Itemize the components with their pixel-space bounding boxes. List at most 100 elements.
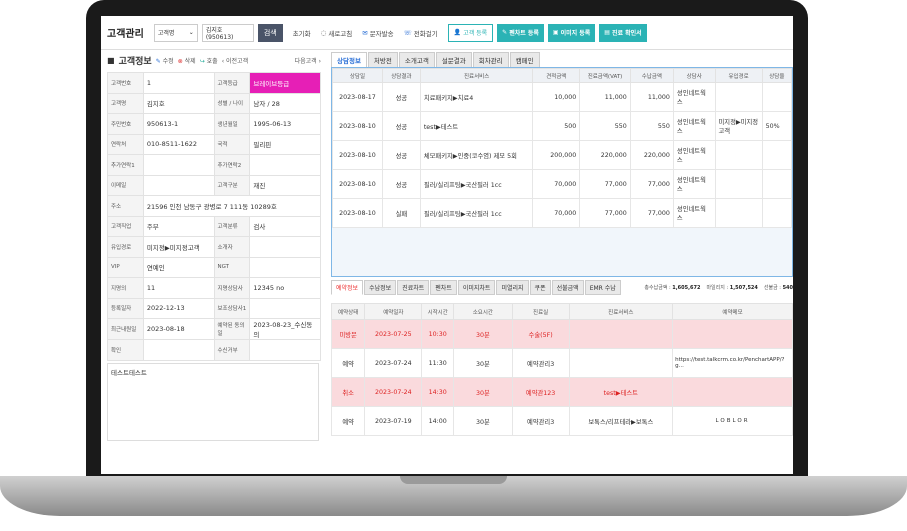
search-button[interactable]: 검색 xyxy=(257,23,283,42)
info-row: 고객직업 주부 고객분류 검사 xyxy=(107,215,321,237)
info-value: 필리핀 xyxy=(249,133,321,155)
table-row[interactable]: 2023-08-10 성공 필러/실리프팅▶국산필러 1cc 70,000 77,000… xyxy=(332,169,792,199)
info-key: 지명의 xyxy=(107,277,144,299)
call-link[interactable]: ☏ 전화걸기 xyxy=(404,28,438,38)
info-value: 2022-12-13 xyxy=(142,297,215,319)
next-customer-link[interactable]: 다음고객 › xyxy=(295,56,321,65)
call-customer-link[interactable]: ↪ 호출 xyxy=(200,56,218,65)
table-cell: 성인네트웍스 xyxy=(672,169,716,199)
reset-link[interactable]: 초기화 xyxy=(293,28,311,38)
table-cell: 70,000 xyxy=(532,169,581,199)
info-key: 고객등급 xyxy=(213,72,251,94)
info-value: 11 xyxy=(142,277,215,299)
table-cell: 550 xyxy=(579,111,631,141)
column-header: 수납금액 xyxy=(629,68,674,83)
tab-5[interactable]: 캠페인 xyxy=(509,52,540,68)
column-header: 진료금액(VAT) xyxy=(579,68,631,83)
table-cell: https://test.talkcrm.co.kr/PenchartAPP/?… xyxy=(672,348,793,378)
info-value: 21596 인천 남동구 광병로 7 111동 10289호 xyxy=(142,195,322,217)
table-row[interactable]: 2023-08-10 성공 체모패키지▶인중(코수염) 제모 5회 200,000 22… xyxy=(332,140,792,170)
appt-tab-0[interactable]: 예약정보 xyxy=(331,280,364,295)
info-row: 고객명 김지호 성별 / 나이 남자 / 28 xyxy=(107,92,321,114)
table-cell: 미방문 xyxy=(330,319,366,349)
appt-tab-1[interactable]: 수납정보 xyxy=(364,280,397,295)
info-value: 연예인 xyxy=(142,256,215,278)
appt-tab-5[interactable]: 미열리지 xyxy=(496,280,529,295)
table-row[interactable]: 2023-08-10 실패 필러/실리프팅▶국산필러 1cc 70,000 77,000… xyxy=(332,198,792,228)
tab-1[interactable]: 처방전 xyxy=(367,52,398,68)
table-cell xyxy=(761,198,792,228)
table-cell: 500 xyxy=(532,111,581,141)
customer-memo[interactable]: 테스트테스트 xyxy=(107,362,319,441)
register-customer-button[interactable]: 👤 고객 등록 xyxy=(447,23,494,42)
search-type-select[interactable]: 고객명 ⌄ xyxy=(153,23,198,42)
user-plus-icon: 👤 xyxy=(453,29,462,36)
tab-3[interactable]: 설문결과 xyxy=(435,52,472,68)
table-row[interactable]: 2023-08-10 성공 test▶테스트 500 550 550 성인네트웍스 미지정▶미… xyxy=(332,111,792,141)
info-row: 최근내원일 2023-08-18 예약된 동의일 2023-08-23_수신동의 xyxy=(107,318,321,340)
table-cell: 10:30 xyxy=(421,319,455,349)
customer-info-panel: ■ 고객정보 ✎ 수정 ⊗ 삭제 ↪ 호출 ‹ 이전고객 다음고객 › 고객번호… xyxy=(107,52,322,470)
tab-0[interactable]: 상담정보 xyxy=(331,52,367,68)
register-penchart-button[interactable]: ✎ 펜차트 등록 xyxy=(497,23,544,42)
table-row[interactable]: 미방문 2023-07-25 10:30 30분 수술(5F) xyxy=(330,319,793,349)
table-row[interactable]: 예약 2023-07-19 14:00 30분 예약관리3 보톡스/리프테라▶보톡스 LOB… xyxy=(330,406,793,436)
appointment-area: 예약정보 수납정보 진료차트 펜차트 이미지차트 미열리지 쿠폰 선불금액 EMR 수납 총수납금… xyxy=(330,280,793,470)
table-cell xyxy=(761,140,792,170)
table-cell: 2023-07-24 xyxy=(364,377,423,407)
info-value: 남자 / 28 xyxy=(249,92,321,114)
refresh-link[interactable]: ◌ 새로고침 xyxy=(321,28,353,38)
column-header: 진료서비스 xyxy=(568,303,674,320)
prev-customer-label: 이전고객 xyxy=(226,57,249,65)
appt-tab-8[interactable]: EMR 수납 xyxy=(584,280,621,295)
prev-customer-link[interactable]: ‹ 이전고객 xyxy=(222,56,248,65)
column-header: 예약메모 xyxy=(672,303,793,320)
tab-2[interactable]: 소개고객 xyxy=(398,52,435,68)
table-cell: 2023-07-25 xyxy=(364,319,423,349)
table-cell: 예약관리3 xyxy=(511,348,570,378)
tab-4[interactable]: 회차관리 xyxy=(472,52,509,68)
table-cell: 미지정▶미지정고객 xyxy=(714,111,763,141)
info-key: NGT xyxy=(213,256,251,278)
treatment-confirm-button[interactable]: ▤ 진료 확인서 xyxy=(599,23,647,42)
info-value: 김지호 xyxy=(142,92,215,114)
info-value xyxy=(249,297,321,319)
table-cell: 2023-08-10 xyxy=(332,198,383,228)
edit-link[interactable]: ✎ 수정 xyxy=(156,56,174,65)
column-header: 상담결과 xyxy=(381,68,421,83)
table-cell: test▶테스트 xyxy=(568,377,674,407)
sms-link[interactable]: ✉ 문자발송 xyxy=(362,28,393,38)
info-key: 등록일자 xyxy=(107,297,144,319)
table-cell: 550 xyxy=(629,111,674,141)
table-row[interactable]: 취소 2023-07-24 14:30 30분 예약관123 test▶테스트 xyxy=(330,377,793,407)
appt-tab-7[interactable]: 선불금액 xyxy=(551,280,584,295)
table-cell: 수술(5F) xyxy=(511,319,570,349)
search-type-value: 고객명 xyxy=(157,30,175,37)
appt-tab-3[interactable]: 펜차트 xyxy=(430,280,457,295)
register-image-button[interactable]: ▣ 이미지 등록 xyxy=(547,23,596,42)
info-value xyxy=(142,339,215,361)
square-icon: ■ xyxy=(107,55,115,65)
delete-link[interactable]: ⊗ 삭제 xyxy=(178,56,196,65)
appt-tab-2[interactable]: 진료차트 xyxy=(397,280,430,295)
appt-tab-4[interactable]: 이미지차트 xyxy=(457,280,496,295)
chevron-down-icon: ⌄ xyxy=(188,29,194,36)
appt-tab-6[interactable]: 쿠폰 xyxy=(529,280,551,295)
document-icon: ▤ xyxy=(604,29,610,36)
appointment-table: 예약상태 예약일자 시작시간 소요시간 진료실 진료서비스 예약메모 미방문 2023-07-… xyxy=(330,303,793,436)
table-cell: 77,000 xyxy=(579,198,631,228)
table-cell: 70,000 xyxy=(532,198,581,228)
table-cell xyxy=(714,82,763,112)
column-header: 소요시간 xyxy=(453,303,513,320)
info-value: 미지정▶미지정고객 xyxy=(142,236,215,258)
info-value xyxy=(142,154,215,176)
search-input[interactable]: 김지호 (950613) xyxy=(201,23,254,42)
call-customer-label: 호출 xyxy=(206,57,218,65)
chevron-right-icon: › xyxy=(318,57,321,65)
laptop-frame: 고객관리 고객명 ⌄ 김지호 (950613) 검색 초기화 ◌ 새로고침 ✉ 문자… xyxy=(0,0,907,531)
info-value: 2023-08-18 xyxy=(142,318,215,340)
table-row[interactable]: 2023-08-17 성공 치료패키지▶치료4 10,000 11,000 11,000 성… xyxy=(332,82,792,112)
table-row[interactable]: 예약 2023-07-24 11:30 30분 예약관리3 https://test.ta… xyxy=(330,348,793,378)
table-cell xyxy=(714,198,763,228)
reset-label: 초기화 xyxy=(292,29,311,38)
